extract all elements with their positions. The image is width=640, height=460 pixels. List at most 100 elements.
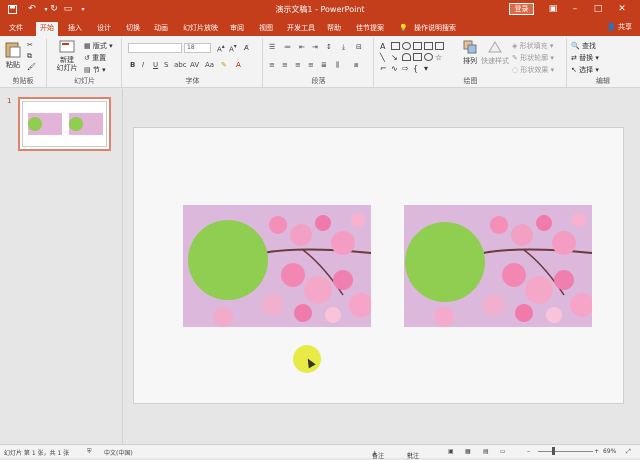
oval-shape-icon[interactable] [402,42,411,50]
italic-icon[interactable]: I [142,61,144,69]
fit-to-window-icon[interactable]: ⤢ [626,448,631,456]
zoom-slider-thumb[interactable] [552,447,555,455]
reading-view-icon[interactable]: ▤ [483,448,489,455]
change-case-icon[interactable]: Aa [205,61,214,69]
tab-design[interactable]: 设计 [97,22,111,36]
select-icon: ↖ [571,66,577,74]
underline-icon[interactable]: U [153,61,158,69]
circle-shape-icon[interactable] [424,53,433,61]
line-spacing-icon[interactable]: ↕ [326,43,332,51]
clear-format-icon[interactable]: A̸ [244,44,249,52]
more-shapes-icon[interactable]: ▾ [424,64,433,73]
green-circle-1[interactable] [188,220,268,300]
align-left-icon[interactable]: ≡ [269,61,275,69]
shapes-gallery[interactable]: A ╲ ↘ ☆ ⌐ ∿ ⇨ { ▾ [380,40,458,74]
align-center-icon[interactable]: ≡ [282,61,288,69]
format-painter-icon[interactable]: 🖌 [27,63,36,71]
copy-icon[interactable]: ⧉ [27,52,32,61]
square-shape-icon[interactable] [413,53,422,61]
maximize-icon[interactable]: □ [590,2,606,16]
zoom-out-icon[interactable]: – [527,448,530,455]
zoom-slider[interactable] [538,451,593,452]
tab-festival[interactable]: 佳节提案 [356,22,384,36]
font-color-icon[interactable]: A [236,61,241,69]
find-button[interactable]: 🔍 查找 [571,41,596,51]
tab-developer[interactable]: 开发工具 [287,22,315,36]
language-status[interactable]: 中文(中国) [104,448,133,457]
cut-icon[interactable]: ✂ [27,41,33,49]
rounded-rect-shape-icon[interactable] [413,42,422,50]
tab-animations[interactable]: 动画 [154,22,168,36]
slide-thumbnail[interactable] [18,97,111,151]
text-direction-icon[interactable]: ⤓ [342,43,345,52]
zoom-in-icon[interactable]: + [594,448,599,455]
slide-picture-2[interactable] [404,205,592,327]
green-circle-2[interactable] [405,222,485,302]
curve-shape-icon[interactable]: ∿ [391,64,400,73]
zoom-level[interactable]: 69% [603,448,616,455]
select-button[interactable]: ↖ 选择 ▾ [571,65,599,75]
highlight-icon[interactable]: ✎ [221,61,227,69]
share-button[interactable]: 👤 共享 [607,22,632,32]
tell-me-search[interactable]: 操作说明搜索 [414,22,456,36]
ribbon-display-icon[interactable]: ▣ [545,2,561,16]
decrease-indent-icon[interactable]: ⇤ [299,43,305,51]
accessibility-icon[interactable]: ⛨ [87,448,92,456]
smartart-icon[interactable]: ⧈ [354,61,358,70]
tab-file[interactable]: 文件 [9,22,23,36]
frame-shape-icon[interactable] [424,42,433,50]
tab-transitions[interactable]: 切换 [126,22,140,36]
reset-button[interactable]: ↺ 重置 [84,53,106,63]
tab-review[interactable]: 审阅 [230,22,244,36]
bracket-shape-icon[interactable]: { [413,64,422,73]
char-spacing-icon[interactable]: AV [190,61,199,69]
replace-button[interactable]: ⇄ 替换 ▾ [571,53,599,63]
section-button[interactable]: ▤ 节 ▾ [84,65,106,75]
arrange-button[interactable]: 排列 [461,40,479,66]
tab-help[interactable]: 帮助 [327,22,341,36]
elbow-shape-icon[interactable]: ⌐ [380,64,389,73]
close-icon[interactable]: ✕ [614,2,630,16]
textbox-shape-icon[interactable]: A [380,42,389,51]
tab-view[interactable]: 视图 [259,22,273,36]
tab-insert[interactable]: 插入 [68,22,82,36]
align-right-icon[interactable]: ≡ [295,61,301,69]
increase-font-icon[interactable]: A▴ [217,44,225,53]
star-shape-icon[interactable]: ☆ [435,53,444,62]
line-shape-icon[interactable]: ╲ [380,53,389,62]
quick-styles-button[interactable]: 快速样式 [481,40,509,66]
font-family-select[interactable] [128,43,182,53]
decrease-font-icon[interactable]: A▾ [229,44,237,53]
bold-icon[interactable]: B [130,61,135,69]
shadow-icon[interactable]: S [164,61,168,69]
shape-outline-button[interactable]: ✎ 形状轮廓 ▾ [512,53,554,63]
layout-button[interactable]: ▦ 版式 ▾ [84,41,113,51]
tab-home[interactable]: 开始 [36,22,58,36]
arrow-line-shape-icon[interactable]: ↘ [391,53,400,62]
slide-picture-1[interactable] [183,205,371,327]
rectangle-shape-icon[interactable] [391,42,400,50]
increase-indent-icon[interactable]: ⇥ [312,43,318,51]
arc-shape-icon[interactable] [402,53,411,61]
bullets-icon[interactable]: ☰ [269,43,275,51]
normal-view-icon[interactable]: ▣ [448,448,454,455]
slideshow-view-icon[interactable]: ▭ [500,448,506,455]
columns-icon[interactable]: ⫼ [336,61,339,70]
login-button[interactable]: 登录 [509,3,534,15]
justify-icon[interactable]: ≡ [308,61,314,69]
minimize-icon[interactable]: – [567,2,583,16]
shape-fill-button[interactable]: ◈ 形状填充 ▾ [512,41,553,51]
numbering-icon[interactable]: ≔ [284,43,291,51]
right-arrow-shape-icon[interactable]: ⇨ [402,64,411,73]
strikethrough-icon[interactable]: abc [174,61,187,69]
group-editing: 🔍 查找 ⇄ 替换 ▾ ↖ 选择 ▾ 编辑 [568,38,638,87]
new-slide-button[interactable]: 新建 幻灯片 [56,40,78,72]
tab-slideshow[interactable]: 幻灯片放映 [183,22,218,36]
shape-effects-button[interactable]: ◌ 形状效果 ▾ [512,65,554,75]
cube-shape-icon[interactable] [435,42,444,50]
paste-button[interactable]: 粘贴 [4,40,22,70]
align-text-icon[interactable]: ⊟ [356,43,362,51]
distribute-icon[interactable]: ≣ [321,61,327,69]
slide-sorter-icon[interactable]: ▦ [465,448,471,455]
font-size-select[interactable]: 18 [184,43,211,53]
